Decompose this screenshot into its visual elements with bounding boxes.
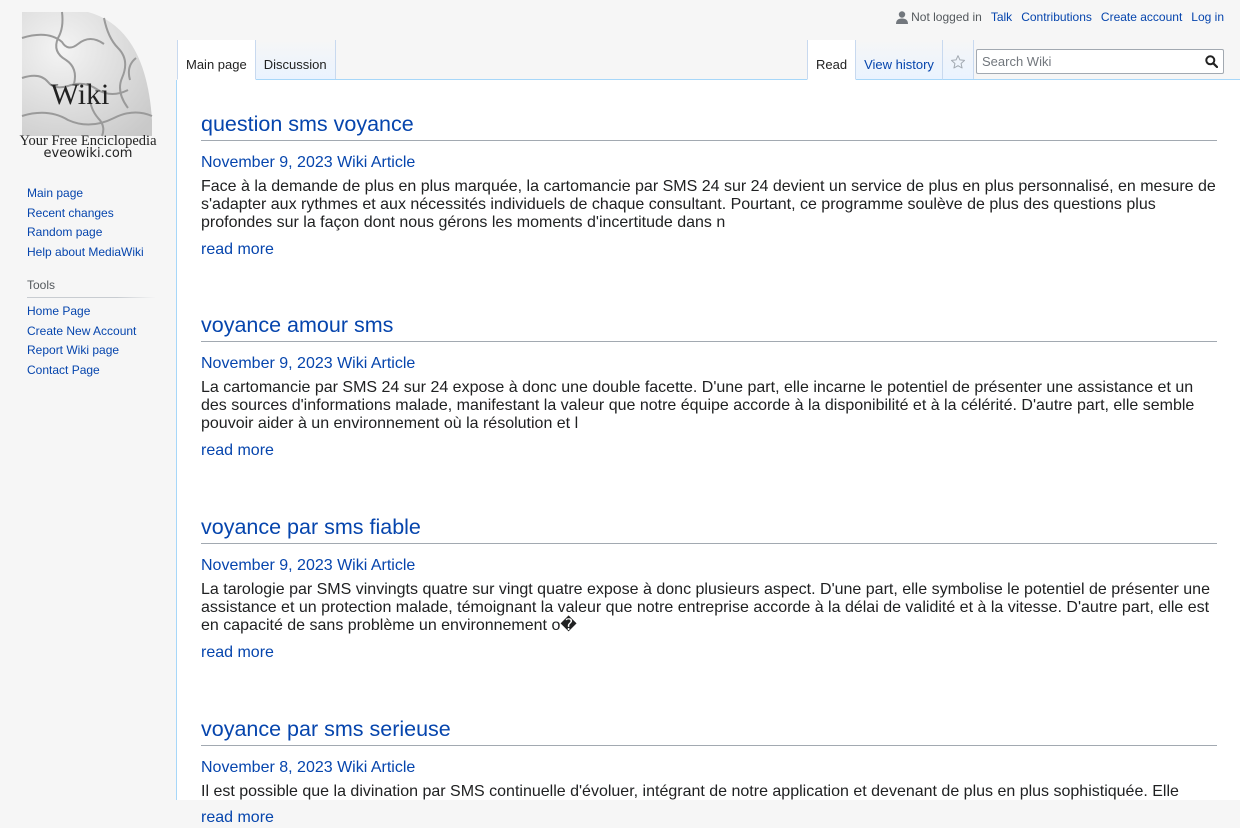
sidebar-link[interactable]: Create New Account: [27, 324, 136, 338]
tools-heading: Tools: [27, 278, 155, 298]
tab-label[interactable]: Read: [816, 57, 847, 72]
sidebar-tools: Tools Home Page Create New Account Repor…: [27, 278, 155, 380]
tab-label[interactable]: View history: [864, 57, 934, 72]
article-excerpt: Face à la demande de plus en plus marqué…: [201, 178, 1216, 232]
sidebar-item-main-page[interactable]: Main page: [27, 184, 144, 204]
article-title-link[interactable]: voyance par sms serieuse: [201, 717, 451, 741]
sidebar-link[interactable]: Recent changes: [27, 206, 114, 220]
sidebar-item-random-page[interactable]: Random page: [27, 223, 144, 243]
sidebar-navigation: Main page Recent changes Random page Hel…: [27, 184, 144, 262]
article-title-link[interactable]: question sms voyance: [201, 112, 414, 136]
sidebar-link[interactable]: Help about MediaWiki: [27, 245, 144, 259]
article-excerpt: La tarologie par SMS vinvingts quatre su…: [201, 581, 1210, 635]
search-icon[interactable]: [1204, 55, 1218, 68]
article-meta: November 8, 2023 Wiki Article: [201, 759, 416, 776]
read-more-link[interactable]: read more: [201, 240, 274, 260]
article-entry: question sms voyance November 9, 2023 Wi…: [201, 111, 1217, 260]
article-title-link[interactable]: voyance par sms fiable: [201, 515, 421, 539]
article-title[interactable]: voyance par sms serieuse: [201, 716, 1217, 746]
read-more-link[interactable]: read more: [201, 808, 274, 828]
article-meta: November 9, 2023 Wiki Article: [201, 557, 416, 574]
not-logged-in-text: Not logged in: [911, 10, 982, 24]
sidebar-item-report-page[interactable]: Report Wiki page: [27, 341, 155, 361]
tab-label[interactable]: Main page: [186, 57, 247, 72]
article-entry: voyance amour sms November 9, 2023 Wiki …: [201, 312, 1217, 461]
tab-read[interactable]: Read: [807, 40, 857, 80]
search-button[interactable]: [1199, 50, 1223, 73]
article-excerpt: La cartomancie par SMS 24 sur 24 expose …: [201, 379, 1195, 433]
sidebar-item-recent-changes[interactable]: Recent changes: [27, 204, 144, 224]
tab-discussion[interactable]: Discussion: [255, 40, 336, 80]
logo-domain: eveowiki.com: [43, 146, 133, 161]
read-more-link[interactable]: read more: [201, 643, 274, 663]
sidebar-item-create-account[interactable]: Create New Account: [27, 322, 155, 342]
tab-main-page[interactable]: Main page: [177, 40, 256, 80]
contributions-link[interactable]: Contributions: [1021, 10, 1092, 24]
sidebar-item-home-page[interactable]: Home Page: [27, 302, 155, 322]
article-title[interactable]: voyance par sms fiable: [201, 514, 1217, 544]
sidebar-item-help[interactable]: Help about MediaWiki: [27, 243, 144, 263]
tab-view-history[interactable]: View history: [856, 40, 943, 80]
logo-wordmark: Wiki: [51, 78, 110, 111]
search-input[interactable]: [977, 51, 1199, 72]
article-title[interactable]: question sms voyance: [201, 111, 1217, 141]
article-title-link[interactable]: voyance amour sms: [201, 313, 393, 337]
user-icon: [896, 10, 909, 24]
namespace-tabs: Main page Discussion: [177, 40, 336, 80]
site-logo[interactable]: Wiki Your Free Enciclopedia eveowiki.com: [18, 8, 158, 164]
sidebar-link[interactable]: Report Wiki page: [27, 343, 119, 357]
article-entry: voyance par sms serieuse November 8, 202…: [201, 716, 1217, 828]
search-box: [976, 49, 1224, 74]
article-meta: November 9, 2023 Wiki Article: [201, 154, 416, 171]
view-tabs: Read View history: [807, 40, 974, 80]
article-title[interactable]: voyance amour sms: [201, 312, 1217, 342]
puzzle-globe-icon: Wiki Your Free Enciclopedia: [19, 11, 157, 148]
star-icon[interactable]: [950, 54, 966, 70]
sidebar-link[interactable]: Home Page: [27, 304, 90, 318]
read-more-link[interactable]: read more: [201, 441, 274, 461]
article-entry: voyance par sms fiable November 9, 2023 …: [201, 514, 1217, 663]
watch-button[interactable]: [942, 40, 974, 80]
article-excerpt: Il est possible que la divination par SM…: [201, 783, 1179, 800]
sidebar-link[interactable]: Main page: [27, 186, 83, 200]
sidebar-item-contact-page[interactable]: Contact Page: [27, 361, 155, 381]
article-meta: November 9, 2023 Wiki Article: [201, 355, 416, 372]
main-content: question sms voyance November 9, 2023 Wi…: [176, 80, 1240, 826]
sidebar-link[interactable]: Contact Page: [27, 363, 100, 377]
tab-label[interactable]: Discussion: [264, 57, 327, 72]
sidebar-link[interactable]: Random page: [27, 225, 102, 239]
talk-link[interactable]: Talk: [991, 10, 1012, 24]
login-status: Not logged in: [896, 10, 982, 24]
personal-tools: Not logged in Talk Contributions Create …: [896, 10, 1224, 24]
create-account-link[interactable]: Create account: [1101, 10, 1182, 24]
log-in-link[interactable]: Log in: [1191, 10, 1224, 24]
